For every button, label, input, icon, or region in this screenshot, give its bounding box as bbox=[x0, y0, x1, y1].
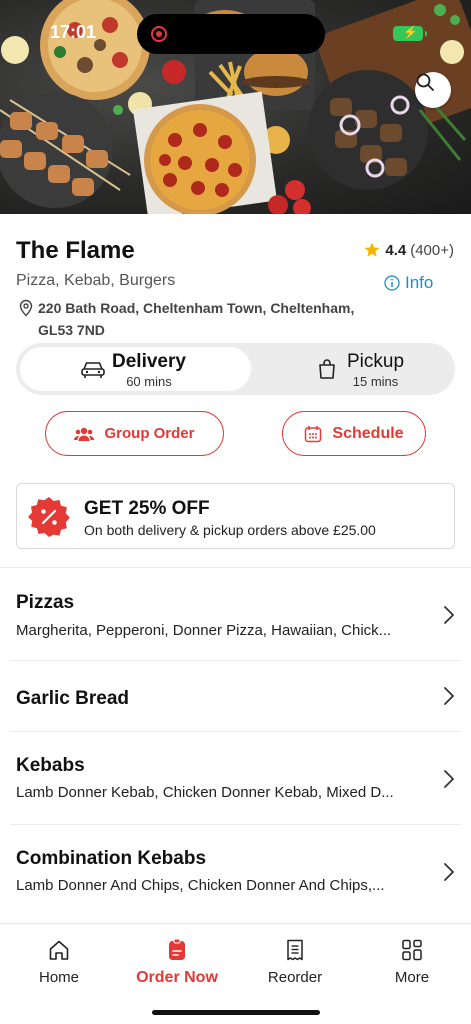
address: 220 Bath Road, Cheltenham Town, Cheltenh… bbox=[18, 297, 378, 341]
star-icon bbox=[364, 242, 380, 257]
category-title: Pizzas bbox=[16, 592, 75, 613]
calendar-icon bbox=[305, 425, 322, 442]
delivery-time: 60 mins bbox=[126, 374, 172, 389]
delivery-label: Delivery bbox=[112, 351, 186, 372]
chevron-right-icon bbox=[444, 606, 454, 624]
delivery-option[interactable]: Delivery 60 mins bbox=[20, 347, 251, 391]
chevron-right-icon bbox=[444, 863, 454, 881]
group-order-button[interactable]: Group Order bbox=[45, 411, 224, 456]
grid-icon bbox=[402, 939, 422, 961]
cuisine-list: Pizza, Kebab, Burgers bbox=[16, 272, 176, 289]
nav-order-now-label: Order Now bbox=[136, 969, 218, 986]
category-row[interactable]: Garlic Bread bbox=[0, 661, 471, 731]
restaurant-name: The Flame bbox=[16, 237, 135, 264]
info-link[interactable]: Info bbox=[384, 273, 433, 293]
category-row[interactable]: Combination Kebabs Lamb Donner And Chips… bbox=[0, 825, 471, 922]
nav-order-now[interactable]: Order Now bbox=[118, 938, 236, 987]
nav-home-label: Home bbox=[38, 969, 79, 986]
dynamic-island bbox=[137, 14, 325, 54]
discount-badge-icon bbox=[28, 497, 70, 537]
info-icon bbox=[384, 275, 400, 291]
nav-reorder-label: Reorder bbox=[267, 969, 323, 986]
category-description: Lamb Donner Kebab, Chicken Donner Kebab,… bbox=[16, 784, 394, 801]
promo-banner[interactable]: GET 25% OFF On both delivery & pickup or… bbox=[16, 483, 455, 549]
nav-more-label: More bbox=[394, 969, 430, 986]
category-row[interactable]: Kebabs Lamb Donner Kebab, Chicken Donner… bbox=[0, 732, 471, 824]
rating: 4.4 (400+) bbox=[363, 241, 454, 259]
battery-icon: ⚡ bbox=[393, 25, 427, 41]
schedule-button[interactable]: Schedule bbox=[282, 411, 426, 456]
rating-count: (400+) bbox=[410, 241, 454, 259]
order-mode-toggle: Delivery 60 mins Pickup 15 mins bbox=[16, 343, 455, 395]
home-icon bbox=[49, 940, 69, 960]
category-row[interactable]: Pizzas Margherita, Pepperoni, Donner Piz… bbox=[0, 568, 471, 660]
pickup-time: 15 mins bbox=[352, 374, 399, 389]
car-icon bbox=[81, 362, 105, 378]
promo-subtitle: On both delivery & pickup orders above £… bbox=[84, 522, 376, 538]
rating-value: 4.4 bbox=[385, 241, 407, 259]
category-description: Lamb Donner And Chips, Chicken Donner An… bbox=[16, 877, 385, 894]
bottom-nav: Home Order Now Reorder More bbox=[0, 923, 471, 1024]
order-now-icon bbox=[169, 938, 185, 960]
receipt-icon bbox=[287, 939, 303, 961]
search-icon bbox=[416, 73, 434, 91]
chevron-right-icon bbox=[444, 687, 454, 705]
hero-image: 17:01 ⚡ bbox=[0, 0, 471, 214]
schedule-label: Schedule bbox=[332, 424, 404, 442]
search-button[interactable] bbox=[415, 72, 451, 108]
category-title: Kebabs bbox=[16, 755, 85, 776]
category-description: Margherita, Pepperoni, Donner Pizza, Haw… bbox=[16, 622, 392, 639]
nav-more[interactable]: More bbox=[353, 938, 471, 986]
status-time: 17:01 bbox=[50, 22, 97, 42]
promo-title: GET 25% OFF bbox=[84, 498, 210, 519]
location-pin-icon bbox=[19, 299, 33, 317]
address-text: 220 Bath Road, Cheltenham Town, Cheltenh… bbox=[38, 300, 355, 338]
chevron-right-icon bbox=[444, 770, 454, 788]
pickup-option[interactable]: Pickup 15 mins bbox=[251, 347, 451, 391]
info-label: Info bbox=[405, 273, 434, 292]
home-indicator bbox=[152, 1010, 320, 1015]
pickup-label: Pickup bbox=[347, 351, 405, 372]
nav-home[interactable]: Home bbox=[0, 938, 118, 986]
shopping-bag-icon bbox=[319, 359, 335, 379]
group-order-label: Group Order bbox=[104, 425, 195, 442]
group-icon bbox=[74, 427, 95, 441]
category-title: Garlic Bread bbox=[16, 688, 129, 709]
category-title: Combination Kebabs bbox=[16, 848, 207, 869]
recording-icon bbox=[151, 26, 167, 42]
nav-reorder[interactable]: Reorder bbox=[236, 938, 354, 986]
